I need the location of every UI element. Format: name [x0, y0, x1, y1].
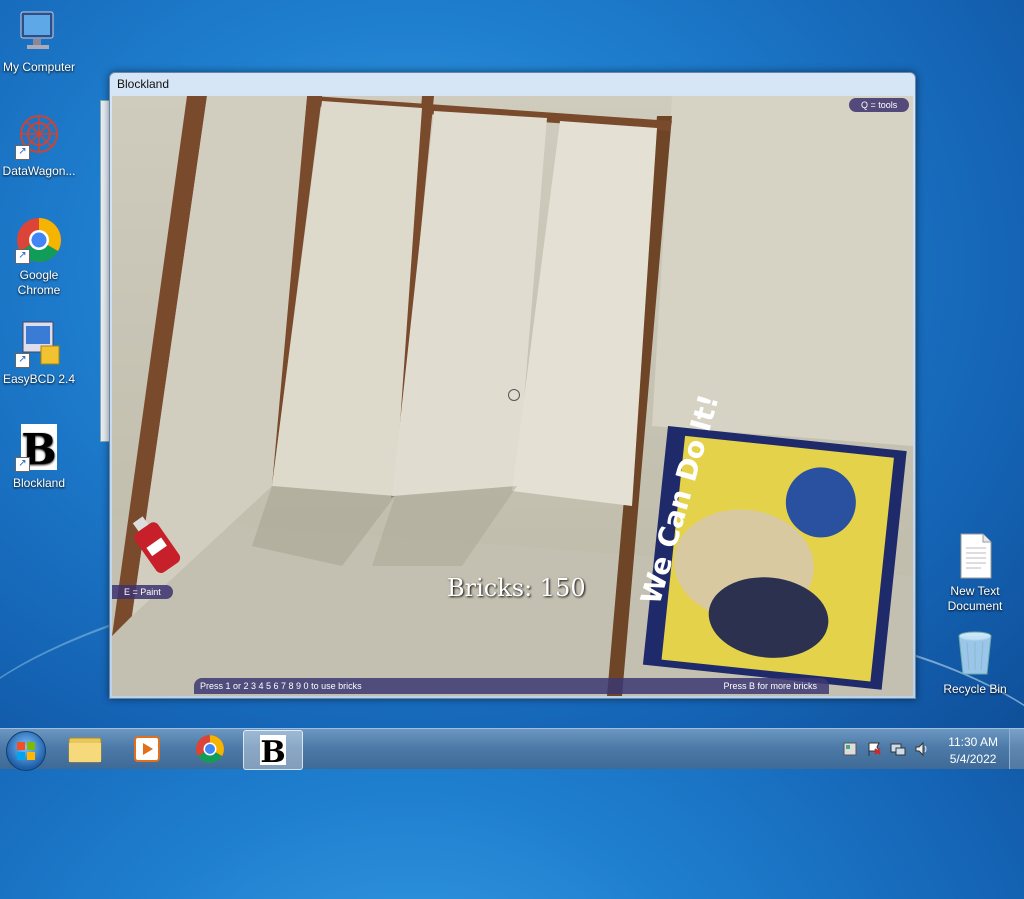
desktop-icon-recycle-bin[interactable]: Recycle Bin — [936, 630, 1014, 697]
taskbar-file-explorer[interactable] — [56, 730, 114, 768]
clock-date: 5/4/2022 — [949, 752, 997, 766]
brick-hint-right: Press B for more bricks — [723, 681, 817, 691]
taskbar-blockland[interactable]: B — [243, 730, 303, 770]
taskbar: B 11:30 AM 5/4/2022 — [0, 728, 1024, 771]
show-desktop-button[interactable] — [1009, 729, 1024, 769]
shortcut-arrow-icon: ↗ — [15, 249, 30, 264]
clock[interactable]: 11:30 AM 5/4/2022 — [948, 734, 998, 768]
desktop-icon-label: Recycle Bin — [943, 682, 1007, 696]
desktop-icon-chrome[interactable]: ↗ Google Chrome — [0, 216, 78, 298]
desktop-icon-label: Blockland — [12, 476, 66, 490]
paint-hint: E = Paint — [112, 585, 173, 599]
windows-logo-icon — [17, 742, 35, 760]
desktop-icon-my-computer[interactable]: My Computer — [0, 8, 78, 75]
tools-hint: Q = tools — [849, 98, 910, 112]
desktop-icon-blockland[interactable]: B ↗ Blockland — [0, 424, 78, 491]
bricks-counter: Bricks: 150 — [447, 574, 586, 602]
computer-icon — [15, 8, 63, 56]
window-title: Blockland — [117, 77, 170, 91]
datawagon-icon: ↗ — [15, 112, 63, 160]
start-button[interactable] — [6, 731, 46, 771]
flag-icon[interactable] — [866, 741, 882, 757]
chrome-icon: ↗ — [15, 216, 63, 264]
game-viewport[interactable]: We Can Do It! Q = tools E = Paint Bricks… — [112, 96, 913, 696]
recycle-bin-icon — [951, 630, 999, 678]
desktop-icon-datawagon[interactable]: ↗ DataWagon... — [0, 112, 78, 179]
desktop-icon-label: Google Chrome — [17, 268, 61, 297]
media-player-icon — [134, 736, 160, 762]
taskbar-chrome[interactable] — [181, 730, 239, 768]
desktop-icon-label: EasyBCD 2.4 — [2, 372, 76, 386]
text-document-icon — [951, 532, 999, 580]
blockland-icon: B — [260, 735, 286, 770]
brick-hint-bar: Press 1 or 2 3 4 5 6 7 8 9 0 to use bric… — [194, 678, 829, 694]
crosshair-icon — [508, 389, 520, 401]
taskbar-media-player[interactable] — [118, 730, 176, 768]
desktop-icon-label: DataWagon... — [2, 164, 76, 178]
svg-text:B: B — [260, 735, 285, 769]
blockland-window[interactable]: Blockland We Can Do It! Q = tools E = Pa… — [109, 72, 916, 699]
network-icon[interactable] — [890, 741, 906, 757]
file-explorer-icon — [68, 737, 102, 763]
desktop-icon-label: My Computer — [2, 60, 76, 74]
shortcut-arrow-icon: ↗ — [15, 145, 30, 160]
desktop-icon-new-text-document[interactable]: New Text Document — [936, 532, 1014, 614]
easybcd-icon: ↗ — [15, 320, 63, 368]
desktop-icon-easybcd[interactable]: ↗ EasyBCD 2.4 — [0, 320, 78, 387]
shortcut-arrow-icon: ↗ — [15, 457, 30, 472]
desktop-icon-label: New Text Document — [947, 584, 1003, 613]
chrome-icon — [196, 735, 224, 763]
blockland-icon: B ↗ — [15, 424, 63, 474]
volume-icon[interactable] — [914, 741, 930, 757]
shortcut-arrow-icon: ↗ — [15, 353, 30, 368]
brick-hint-left: Press 1 or 2 3 4 5 6 7 8 9 0 to use bric… — [200, 681, 362, 691]
action-center-icon[interactable] — [842, 741, 858, 757]
clock-time: 11:30 AM — [948, 735, 998, 749]
